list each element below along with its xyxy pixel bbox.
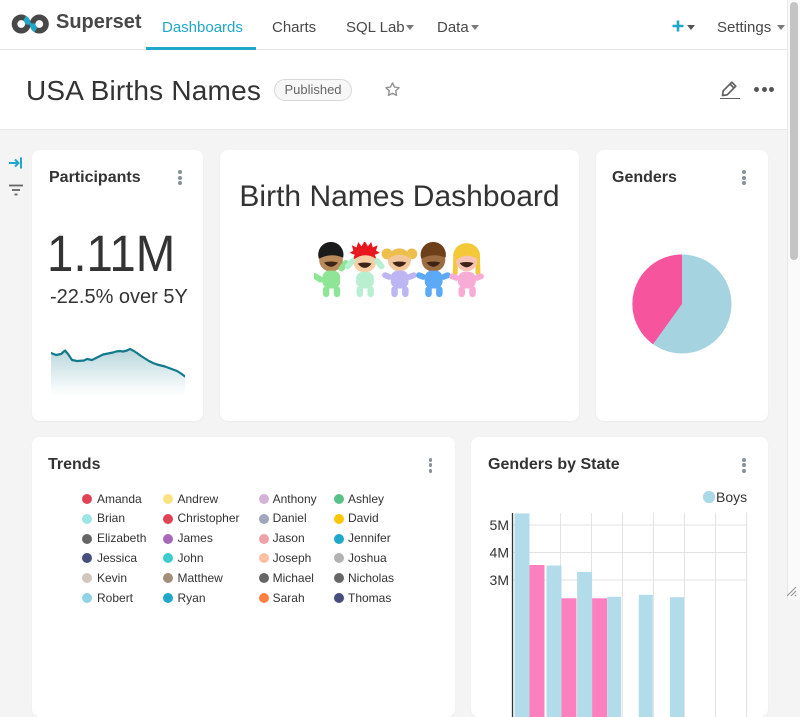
svg-text:5M: 5M: [490, 517, 509, 533]
svg-text:3M: 3M: [490, 572, 509, 588]
svg-text:4M: 4M: [490, 545, 509, 561]
